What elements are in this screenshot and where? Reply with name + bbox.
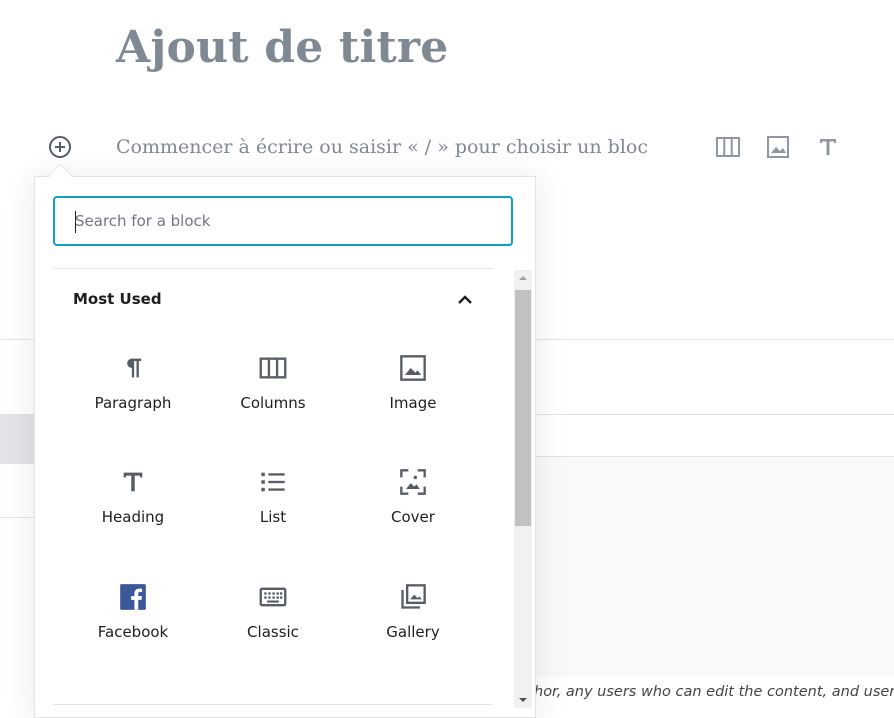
text-caret [75, 211, 76, 233]
block-paragraph[interactable]: Paragraph [73, 354, 193, 454]
block-classic[interactable]: Classic [213, 583, 333, 683]
block-label: Classic [247, 623, 299, 641]
gallery-icon [401, 584, 426, 609]
block-image[interactable]: Image [353, 354, 473, 454]
image-icon[interactable] [765, 134, 791, 160]
block-facebook[interactable]: Facebook [73, 583, 193, 683]
block-label: Heading [101, 508, 165, 526]
post-title[interactable]: Ajout de titre [116, 22, 448, 73]
background-footer-text: hor, any users who can edit the content,… [534, 684, 894, 700]
block-label: List [259, 508, 287, 526]
block-label: Image [389, 394, 437, 412]
add-block-icon[interactable] [48, 135, 72, 159]
block-label: Facebook [97, 623, 169, 641]
heading-icon [123, 472, 143, 492]
most-used-section-title[interactable]: Most Used [73, 290, 162, 308]
cover-icon [400, 469, 426, 495]
block-gallery[interactable]: Gallery [353, 583, 473, 683]
block-cover[interactable]: Cover [353, 468, 473, 568]
divider [0, 517, 34, 518]
divider [53, 268, 493, 269]
facebook-icon [120, 584, 146, 610]
paragraph-icon [127, 358, 142, 378]
background-panel [534, 456, 894, 677]
block-label: Columns [240, 394, 306, 412]
block-label: Cover [391, 508, 435, 526]
block-label: Gallery [386, 623, 440, 641]
scroll-up-arrow-icon[interactable] [517, 273, 529, 283]
scrollbar-thumb[interactable] [515, 290, 531, 526]
block-search-input[interactable] [53, 196, 513, 246]
block-label: Paragraph [94, 394, 172, 412]
block-heading[interactable]: Heading [73, 468, 193, 568]
image-icon [400, 355, 426, 381]
block-placeholder[interactable]: Commencer à écrire ou saisir « / » pour … [116, 136, 648, 158]
list-icon [261, 472, 285, 492]
heading-icon[interactable] [815, 134, 841, 160]
keyboard-icon [259, 587, 287, 607]
block-columns[interactable]: Columns [213, 354, 333, 454]
scroll-down-arrow-icon[interactable] [517, 695, 529, 705]
block-list[interactable]: List [213, 468, 333, 568]
columns-icon [259, 357, 287, 379]
divider [53, 704, 493, 705]
columns-icon[interactable] [715, 134, 741, 160]
chevron-up-icon[interactable] [455, 290, 475, 310]
background-row [0, 414, 36, 464]
